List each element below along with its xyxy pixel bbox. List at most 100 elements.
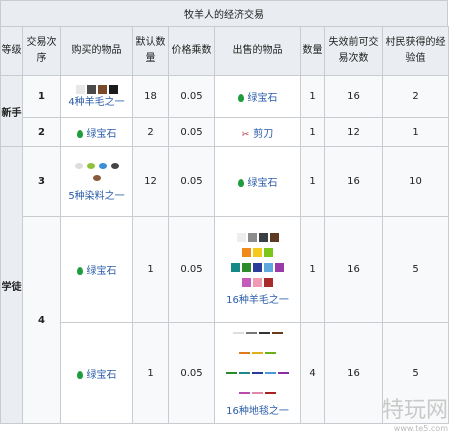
table-row: 学徒 3 5种染料之一 12 0.05 绿宝石 1 16 10 xyxy=(0,146,449,424)
header-default-qty: 默认数量 xyxy=(132,26,169,76)
header-row: 等级 交易次序 购买的物品 默认数量 价格乘数 出售的物品 数量 失效前可交易次… xyxy=(0,26,449,76)
header-sell: 出售的物品 xyxy=(214,26,301,76)
buy-cell: 4种羊毛之一 xyxy=(60,75,133,118)
carpet-icon xyxy=(239,372,250,374)
xp: 2 xyxy=(382,75,449,118)
wool-icon xyxy=(258,232,268,242)
carpet-icon xyxy=(252,392,263,394)
dye-icons xyxy=(61,173,132,185)
dye-icons xyxy=(61,161,132,173)
wool-icon xyxy=(242,247,251,257)
buy-item-link[interactable]: 5种染料之一 xyxy=(61,191,132,203)
wool-icons xyxy=(61,85,132,97)
wool-icons xyxy=(215,232,300,244)
carpet-icons xyxy=(215,328,300,340)
carpet-icons xyxy=(215,388,300,400)
wool-icon xyxy=(236,232,246,242)
carpet-icon xyxy=(252,372,263,374)
qty: 1 xyxy=(300,216,325,323)
buy-item-link[interactable]: 4种羊毛之一 xyxy=(61,97,132,109)
default-qty: 2 xyxy=(132,117,169,147)
sell-cell: ✂ 剪刀 xyxy=(214,117,301,147)
header-price-mult: 价格乘数 xyxy=(168,26,215,76)
shears-icon: ✂ xyxy=(241,129,250,140)
price-mult: 0.05 xyxy=(168,322,215,424)
sell-cell: 16种羊毛之一 xyxy=(214,216,301,323)
trade-table-container: 牧羊人的经济交易 等级 交易次序 购买的物品 默认数量 价格乘数 出售的物品 数… xyxy=(0,0,450,435)
trade-order: 1 xyxy=(22,75,61,118)
max-trades: 16 xyxy=(324,216,383,323)
wool-icon xyxy=(247,232,257,242)
buy-cell: 绿宝石 xyxy=(60,322,133,424)
wool-icon xyxy=(264,277,273,287)
wool-icon xyxy=(264,247,273,257)
qty: 1 xyxy=(300,117,325,147)
wool-icon xyxy=(97,85,107,94)
default-qty: 1 xyxy=(132,322,169,424)
default-qty: 12 xyxy=(132,146,169,217)
carpet-icon xyxy=(265,372,276,374)
header-buy: 购买的物品 xyxy=(60,26,133,76)
sell-item-link[interactable]: 绿宝石 xyxy=(248,178,278,189)
wool-icon xyxy=(108,85,118,94)
xp: 1 xyxy=(382,117,449,147)
carpet-icon xyxy=(245,332,257,334)
carpet-icon xyxy=(271,332,283,334)
header-xp: 村民获得的经验值 xyxy=(382,26,449,76)
dye-icon xyxy=(86,162,95,169)
default-qty: 18 xyxy=(132,75,169,118)
sell-item-link[interactable]: 16种羊毛之一 xyxy=(215,295,300,307)
carpet-icon xyxy=(258,332,270,334)
trade-order: 2 xyxy=(22,117,61,147)
emerald-icon xyxy=(76,370,83,379)
wool-icons xyxy=(215,247,300,259)
sell-item-link[interactable]: 剪刀 xyxy=(253,129,273,140)
sell-item-link[interactable]: 16种地毯之一 xyxy=(215,406,300,418)
buy-item-link[interactable]: 绿宝石 xyxy=(87,370,117,381)
emerald-icon xyxy=(76,267,83,275)
table-title: 牧羊人的经济交易 xyxy=(0,0,448,27)
wool-icons xyxy=(215,262,300,274)
carpet-icon xyxy=(278,372,289,374)
default-qty: 1 xyxy=(132,216,169,323)
emerald-icon xyxy=(76,129,83,138)
table-row: 新手 1 4种羊毛之一 18 0.05 绿宝石 1 16 2 xyxy=(0,75,449,147)
carpet-icons xyxy=(215,368,300,380)
xp: 10 xyxy=(382,146,449,217)
wool-icon xyxy=(86,85,96,94)
qty: 1 xyxy=(300,75,325,118)
watermark-main: 特玩网 xyxy=(381,398,448,423)
sell-item-link[interactable]: 绿宝石 xyxy=(248,93,278,104)
header-qty: 数量 xyxy=(300,26,325,76)
buy-item-link[interactable]: 绿宝石 xyxy=(87,266,117,277)
carpet-icon xyxy=(252,352,263,354)
max-trades: 12 xyxy=(324,117,383,147)
level-apprentice: 学徒 xyxy=(0,146,23,424)
emerald-icon xyxy=(237,94,244,102)
buy-item-link[interactable]: 绿宝石 xyxy=(87,129,117,140)
qty: 4 xyxy=(300,322,325,424)
carpet-icon xyxy=(239,392,250,394)
xp: 5 xyxy=(382,216,449,323)
buy-cell: 5种染料之一 xyxy=(60,146,133,217)
dye-icon xyxy=(110,162,119,169)
level-novice: 新手 xyxy=(0,75,23,147)
carpet-icon xyxy=(226,372,237,374)
max-trades: 16 xyxy=(324,75,383,118)
dye-icon xyxy=(74,162,83,169)
wool-icon xyxy=(275,262,284,272)
wool-icon xyxy=(253,262,262,272)
sell-cell: 绿宝石 xyxy=(214,146,301,217)
wool-icon xyxy=(253,247,262,257)
table-row: 2 绿宝石 2 0.05 ✂ 剪刀 1 12 1 xyxy=(1,117,449,147)
header-level: 等级 xyxy=(0,26,23,76)
buy-cell: 绿宝石 xyxy=(60,216,133,323)
wool-icon xyxy=(253,277,262,287)
max-trades: 16 xyxy=(324,322,383,424)
sell-cell: 绿宝石 xyxy=(214,75,301,118)
table-row: 4 绿宝石 1 0.05 16种羊毛之一 1 16 5 xyxy=(1,216,449,424)
carpet-icon xyxy=(265,352,276,354)
watermark-sub: www.te5.com xyxy=(393,424,448,433)
wool-icon xyxy=(264,262,273,272)
wool-icons xyxy=(215,277,300,289)
